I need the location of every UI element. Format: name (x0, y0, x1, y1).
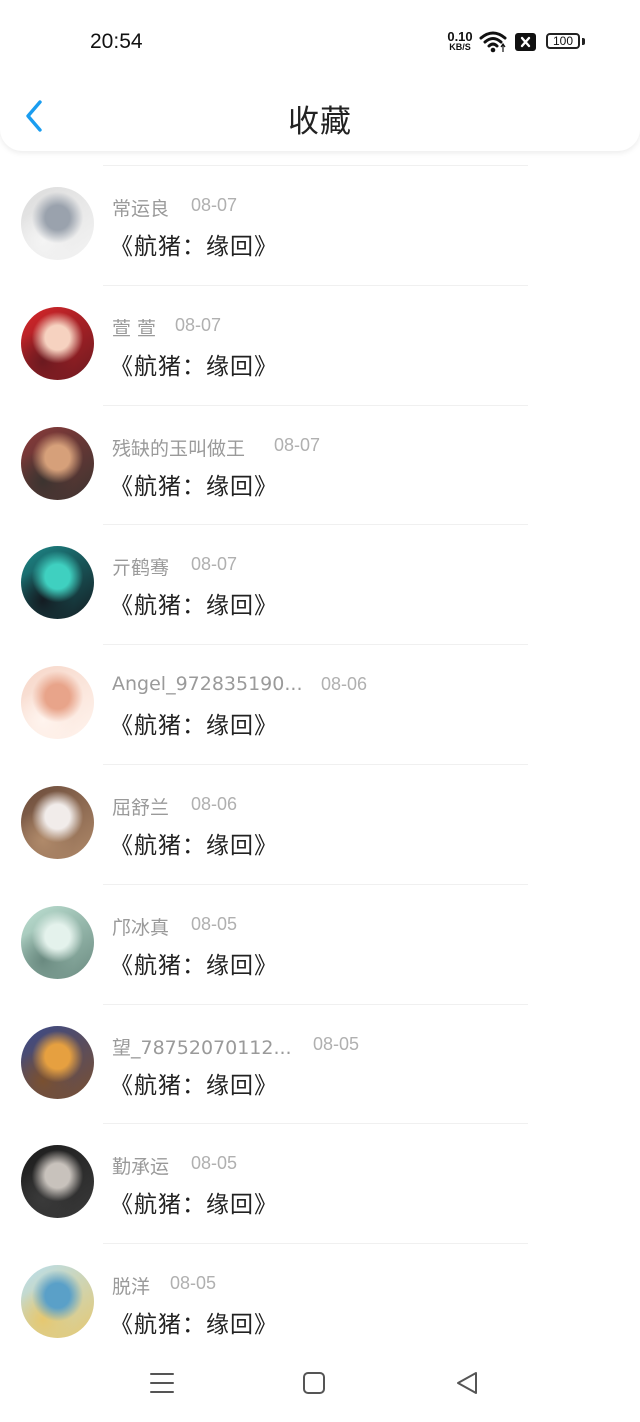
post-title[interactable]: 《航猪：缘回》 (110, 1066, 278, 1100)
avatar[interactable] (21, 187, 94, 260)
post-title[interactable]: 《航猪：缘回》 (110, 1185, 278, 1219)
divider (103, 1243, 528, 1245)
list-item[interactable]: 望_78752070112... 08-05 《航猪：缘回》 (0, 1003, 640, 1124)
user-name[interactable]: 望_78752070112... (112, 1033, 292, 1060)
post-title[interactable]: 《航猪：缘回》 (110, 586, 278, 620)
post-title[interactable]: 《航猪：缘回》 (110, 227, 278, 261)
list-item[interactable]: 萱 萱 08-07 《航猪：缘回》 (0, 284, 640, 405)
avatar[interactable] (21, 905, 94, 979)
wifi-icon (479, 31, 507, 53)
user-name[interactable]: 残缺的玉叫做王 (112, 434, 245, 461)
back-triangle-icon[interactable] (452, 1368, 482, 1398)
user-name[interactable]: 常运良 (112, 194, 169, 221)
item-date: 08-05 (191, 1153, 238, 1174)
user-name[interactable]: 屈舒兰 (112, 793, 169, 820)
post-title[interactable]: 《航猪：缘回》 (110, 467, 278, 501)
avatar[interactable] (21, 546, 94, 620)
avatar[interactable] (21, 1025, 94, 1099)
list-item[interactable]: 邝冰真 08-05 《航猪：缘回》 (0, 883, 640, 1004)
list-item[interactable]: 亓鹤骞 08-07 《航猪：缘回》 (0, 524, 640, 644)
net-speed: 0.10 KB/S (445, 29, 475, 53)
user-name[interactable]: 勤承运 (112, 1152, 169, 1179)
avatar[interactable] (21, 666, 94, 740)
user-name[interactable]: 脱洋 (112, 1272, 150, 1299)
home-square-icon[interactable] (299, 1368, 329, 1398)
divider (103, 404, 528, 406)
divider (103, 1123, 528, 1125)
divider (103, 644, 528, 646)
item-date: 08-05 (313, 1033, 360, 1054)
divider (103, 524, 528, 526)
item-date: 08-07 (175, 314, 222, 335)
divider (103, 883, 528, 885)
list-item[interactable]: Angel_972835190... 08-06 《航猪：缘回》 (0, 644, 640, 764)
avatar[interactable] (21, 306, 94, 380)
page-title: 收藏 (288, 104, 352, 140)
close-box-icon (515, 33, 536, 51)
battery-tip (582, 38, 585, 45)
favorites-list: 常运良 08-07 《航猪：缘回》萱 萱 08-07 《航猪：缘回》 残缺的玉叫做王 08-… (0, 165, 640, 1363)
item-date: 08-07 (191, 554, 238, 575)
post-title[interactable]: 《航猪：缘回》 (110, 1305, 278, 1339)
avatar[interactable] (21, 1265, 94, 1339)
avatar[interactable] (21, 1145, 94, 1219)
post-title[interactable]: 《航猪：缘回》 (110, 347, 278, 381)
top-bar: 20:54 0.10 KB/S 100 收藏 (0, 0, 640, 151)
item-date: 08-07 (274, 434, 321, 455)
avatar[interactable] (21, 426, 94, 500)
user-name[interactable]: 邝冰真 (112, 913, 169, 940)
list-item[interactable]: 常运良 08-07 《航猪：缘回》 (0, 165, 640, 285)
user-name[interactable]: 萱 萱 (112, 314, 156, 341)
post-title[interactable]: 《航猪：缘回》 (110, 826, 278, 860)
list-item[interactable]: 脱洋 08-05 《航猪：缘回》 (0, 1243, 640, 1363)
menu-icon[interactable] (147, 1368, 177, 1398)
user-name[interactable]: 亓鹤骞 (112, 553, 169, 580)
divider (103, 165, 528, 166)
net-speed-value: 0.10 (447, 29, 473, 44)
item-date: 08-06 (321, 674, 368, 695)
item-date: 08-05 (170, 1273, 217, 1294)
battery-icon: 100 (546, 33, 580, 49)
post-title[interactable]: 《航猪：缘回》 (110, 946, 278, 980)
item-date: 08-06 (191, 793, 238, 814)
list-item[interactable]: 残缺的玉叫做王 08-07 《航猪：缘回》 (0, 404, 640, 525)
net-speed-unit: KB/S (449, 42, 471, 52)
post-title[interactable]: 《航猪：缘回》 (110, 706, 278, 740)
divider (103, 1003, 528, 1005)
item-date: 08-07 (191, 195, 238, 215)
divider (103, 763, 528, 765)
divider (103, 284, 528, 286)
item-date: 08-05 (191, 913, 238, 934)
system-nav-bar (0, 1352, 640, 1422)
list-item[interactable]: 勤承运 08-05 《航猪：缘回》 (0, 1123, 640, 1243)
list-item[interactable]: 屈舒兰 08-06 《航猪：缘回》 (0, 763, 640, 884)
user-name[interactable]: Angel_972835190... (112, 673, 302, 695)
avatar[interactable] (21, 785, 94, 859)
status-time: 20:54 (90, 30, 143, 53)
